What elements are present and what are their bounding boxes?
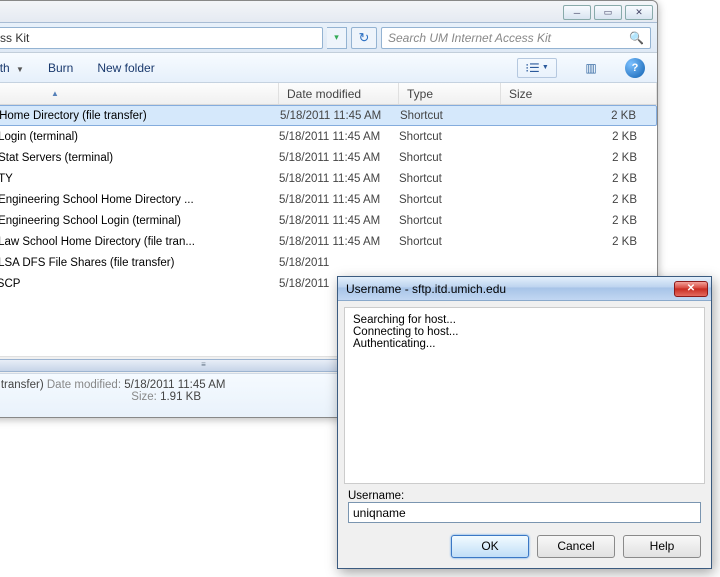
maximize-button[interactable]: ▭	[594, 5, 622, 20]
file-name: ITS Stat Servers (terminal)	[0, 152, 113, 164]
file-row[interactable]: 💻ITS Stat Servers (terminal)5/18/2011 11…	[0, 147, 657, 168]
file-name: UM Law School Home Directory (file tran.…	[0, 236, 195, 248]
details-date-value: 5/18/2011 11:45 AM	[124, 379, 225, 391]
burn-button[interactable]: Burn	[48, 61, 73, 75]
close-button[interactable]: ✕	[625, 5, 653, 20]
help-button[interactable]: Help	[623, 535, 701, 558]
dialog-close-button[interactable]: ✕	[674, 281, 708, 297]
new-folder-button[interactable]: New folder	[97, 61, 154, 75]
file-row[interactable]: 💻UM LSA DFS File Shares (file transfer)5…	[0, 252, 657, 273]
search-icon: 🔍	[629, 31, 644, 45]
preview-pane-button[interactable]: ▥	[581, 58, 601, 78]
file-row[interactable]: 💻ITS Home Directory (file transfer)5/18/…	[0, 105, 657, 126]
share-with-button[interactable]: Share with ▼	[0, 61, 24, 75]
column-headers: Name ▲ Date modified Type Size	[0, 83, 657, 105]
sort-ascending-icon: ▲	[51, 89, 59, 98]
file-size: 2 KB	[501, 173, 657, 185]
file-name: UM LSA DFS File Shares (file transfer)	[0, 257, 174, 269]
username-dialog: Username - sftp.itd.umich.edu ✕ Searchin…	[337, 276, 712, 569]
file-size: 2 KB	[502, 110, 656, 122]
file-type: Shortcut	[399, 131, 501, 143]
file-date: 5/18/2011 11:45 AM	[279, 131, 399, 143]
status-line-1: Searching for host...	[353, 314, 696, 326]
details-filename: ctory (file transfer)	[0, 379, 44, 391]
file-name: UM Engineering School Login (terminal)	[0, 215, 181, 227]
dialog-status-area: Searching for host... Connecting to host…	[344, 307, 705, 484]
minimize-button[interactable]: ─	[563, 5, 591, 20]
address-bar: net Access Kit ▾ ↻ Search UM Internet Ac…	[0, 23, 657, 53]
file-type: Shortcut	[399, 215, 501, 227]
file-row[interactable]: 💻UM Engineering School Home Directory ..…	[0, 189, 657, 210]
details-size-label: Size:	[131, 391, 157, 403]
help-button[interactable]: ?	[625, 58, 645, 78]
dialog-title: Username - sftp.itd.umich.edu	[346, 282, 506, 296]
search-placeholder: Search UM Internet Access Kit	[388, 31, 551, 45]
toolbar: Share with ▼ Burn New folder ⁝☰ ▼ ▥ ?	[0, 53, 657, 83]
status-line-3: Authenticating...	[353, 338, 696, 350]
file-type: Shortcut	[399, 173, 501, 185]
file-date: 5/18/2011 11:45 AM	[279, 152, 399, 164]
file-name: ITS Login (terminal)	[0, 131, 78, 143]
address-text: net Access Kit	[0, 31, 29, 45]
file-date: 5/18/2011 11:45 AM	[279, 236, 399, 248]
address-breadcrumb[interactable]: net Access Kit	[0, 27, 323, 49]
file-name: WinSCP	[0, 278, 20, 290]
details-date-label: Date modified:	[47, 379, 121, 391]
file-type: Shortcut	[399, 236, 501, 248]
file-name: PuTTY	[0, 173, 13, 185]
file-size: 2 KB	[501, 152, 657, 164]
search-input[interactable]: Search UM Internet Access Kit 🔍	[381, 27, 651, 49]
file-date: 5/18/2011	[279, 257, 399, 269]
dialog-input-area: Username: OK Cancel Help	[338, 490, 711, 568]
file-row[interactable]: 🖥PuTTY5/18/2011 11:45 AMShortcut2 KB	[0, 168, 657, 189]
file-type: Shortcut	[400, 110, 502, 122]
chevron-down-icon: ▼	[16, 65, 24, 74]
file-name: ITS Home Directory (file transfer)	[0, 110, 147, 122]
file-size: 2 KB	[501, 215, 657, 227]
dialog-titlebar[interactable]: Username - sftp.itd.umich.edu ✕	[338, 277, 711, 301]
file-date: 5/18/2011 11:45 AM	[279, 194, 399, 206]
details-size-value: 1.91 KB	[160, 391, 201, 403]
view-mode-button[interactable]: ⁝☰ ▼	[517, 58, 557, 78]
window-titlebar: ─ ▭ ✕	[0, 1, 657, 23]
file-size: 2 KB	[501, 194, 657, 206]
header-name[interactable]: Name ▲	[0, 83, 279, 104]
header-size[interactable]: Size	[501, 83, 657, 104]
dialog-buttons: OK Cancel Help	[348, 535, 701, 558]
file-type: Shortcut	[399, 152, 501, 164]
file-size: 2 KB	[501, 131, 657, 143]
file-date: 5/18/2011 11:45 AM	[279, 215, 399, 227]
header-date[interactable]: Date modified	[279, 83, 399, 104]
file-size: 2 KB	[501, 236, 657, 248]
file-row[interactable]: 💻UM Law School Home Directory (file tran…	[0, 231, 657, 252]
username-label: Username:	[348, 490, 701, 502]
file-date: 5/18/2011 11:45 AM	[279, 173, 399, 185]
cancel-button[interactable]: Cancel	[537, 535, 615, 558]
file-date: 5/18/2011 11:45 AM	[280, 110, 400, 122]
refresh-button[interactable]: ↻	[351, 27, 377, 49]
file-row[interactable]: 💻UM Engineering School Login (terminal)5…	[0, 210, 657, 231]
file-type: Shortcut	[399, 194, 501, 206]
file-list: 💻ITS Home Directory (file transfer)5/18/…	[0, 105, 657, 294]
ok-button[interactable]: OK	[451, 535, 529, 558]
status-line-2: Connecting to host...	[353, 326, 696, 338]
header-type[interactable]: Type	[399, 83, 501, 104]
file-name: UM Engineering School Home Directory ...	[0, 194, 194, 206]
username-input[interactable]	[348, 502, 701, 523]
address-dropdown[interactable]: ▾	[327, 27, 347, 49]
file-row[interactable]: 💻ITS Login (terminal)5/18/2011 11:45 AMS…	[0, 126, 657, 147]
